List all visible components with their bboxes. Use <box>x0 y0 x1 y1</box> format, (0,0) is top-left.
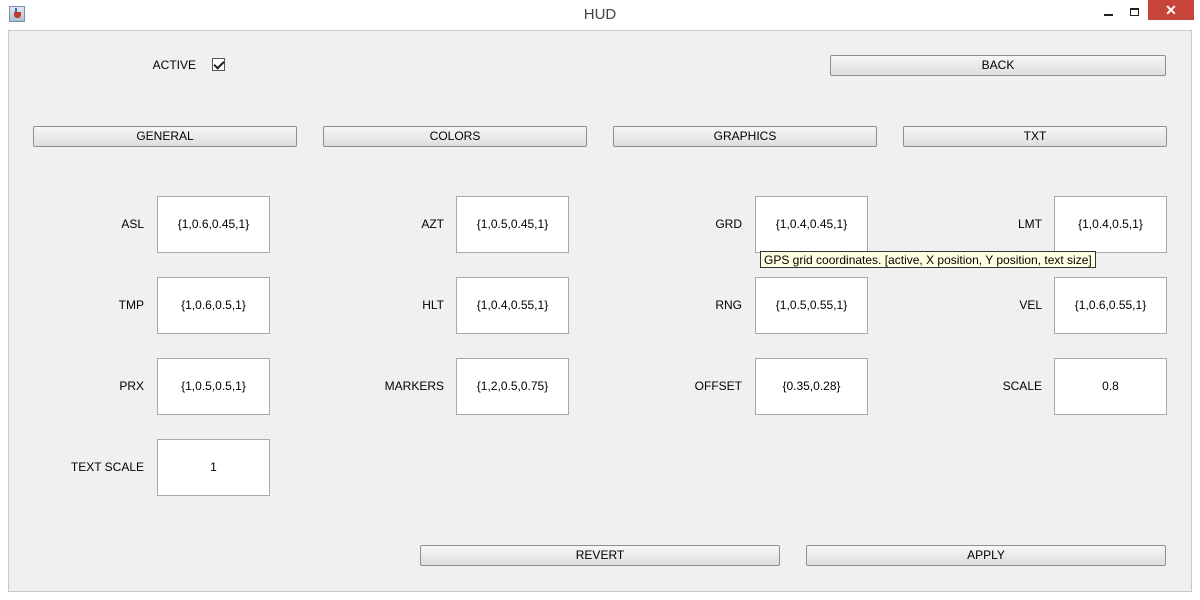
scale-label: SCALE <box>1002 379 1042 393</box>
tmp-label: TMP <box>118 298 144 312</box>
text-scale-field[interactable]: 1 <box>157 439 270 496</box>
grd-field[interactable]: {1,0.4,0.45,1} <box>755 196 868 253</box>
azt-field[interactable]: {1,0.5,0.45,1} <box>456 196 569 253</box>
close-icon: ✕ <box>1165 1 1177 18</box>
tmp-field[interactable]: {1,0.6,0.5,1} <box>157 277 270 334</box>
tab-txt[interactable]: TXT <box>903 126 1167 147</box>
active-checkbox[interactable] <box>212 58 225 71</box>
minimize-icon <box>1103 14 1113 16</box>
hlt-label: HLT <box>422 298 444 312</box>
asl-label: ASL <box>121 217 144 231</box>
tab-graphics[interactable]: GRAPHICS <box>613 126 877 147</box>
hlt-field[interactable]: {1,0.4,0.55,1} <box>456 277 569 334</box>
prx-field[interactable]: {1,0.5,0.5,1} <box>157 358 270 415</box>
azt-label: AZT <box>421 217 444 231</box>
revert-button[interactable]: REVERT <box>420 545 780 566</box>
close-button[interactable]: ✕ <box>1148 0 1194 20</box>
maximize-button[interactable] <box>1121 0 1147 24</box>
rng-label: RNG <box>715 298 742 312</box>
markers-field[interactable]: {1,2,0.5,0.75} <box>456 358 569 415</box>
asl-field[interactable]: {1,0.6,0.45,1} <box>157 196 270 253</box>
window-title: HUD <box>583 6 617 23</box>
tab-colors[interactable]: COLORS <box>323 126 587 147</box>
window-bottom-edge <box>0 593 1200 600</box>
title-bar: HUD ✕ <box>0 0 1200 29</box>
rng-field[interactable]: {1,0.5,0.55,1} <box>755 277 868 334</box>
offset-label: OFFSET <box>694 379 742 393</box>
active-label: ACTIVE <box>152 58 196 72</box>
maximize-icon <box>1129 8 1139 16</box>
markers-label: MARKERS <box>384 379 444 393</box>
vel-label: VEL <box>1019 298 1042 312</box>
grd-tooltip: GPS grid coordinates. [active, X positio… <box>760 251 1096 268</box>
checkmark-icon <box>213 58 225 70</box>
back-button[interactable]: BACK <box>830 55 1166 76</box>
lmt-field[interactable]: {1,0.4,0.5,1} <box>1054 196 1167 253</box>
grd-label: GRD <box>715 217 742 231</box>
text-scale-label: TEXT SCALE <box>70 460 144 474</box>
minimize-button[interactable] <box>1095 0 1121 24</box>
apply-button[interactable]: APPLY <box>806 545 1166 566</box>
vel-field[interactable]: {1,0.6,0.55,1} <box>1054 277 1167 334</box>
offset-field[interactable]: {0.35,0.28} <box>755 358 868 415</box>
lmt-label: LMT <box>1018 217 1042 231</box>
tab-general[interactable]: GENERAL <box>33 126 297 147</box>
prx-label: PRX <box>119 379 144 393</box>
scale-field[interactable]: 0.8 <box>1054 358 1167 415</box>
